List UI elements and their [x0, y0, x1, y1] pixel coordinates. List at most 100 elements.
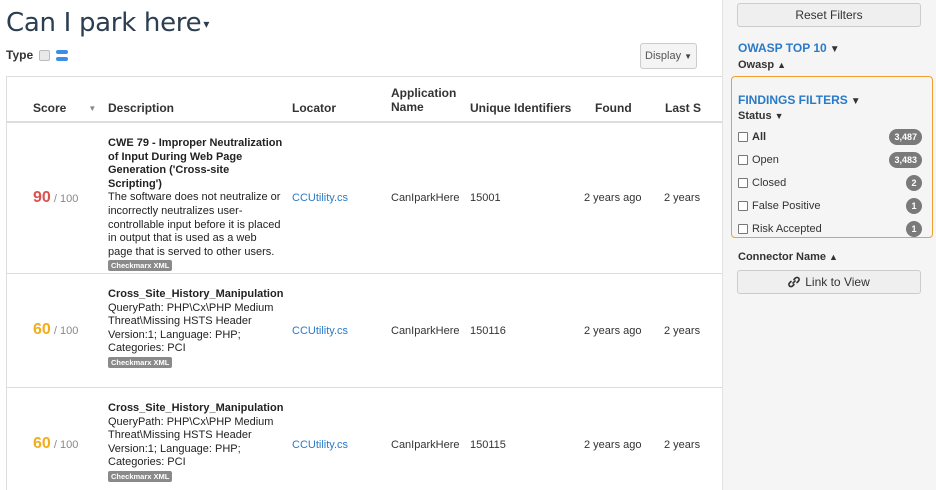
sort-caret-down-icon[interactable]: ▼: [88, 104, 96, 113]
finding-body: The software does not neutralize or inco…: [108, 191, 281, 258]
status-filter-label: Closed: [752, 177, 787, 189]
score-value: 60: [33, 321, 51, 338]
finding-body: QueryPath: PHP\Cx\PHP Medium Threat\Miss…: [108, 415, 274, 469]
count-badge: 3,483: [889, 152, 922, 168]
table-row[interactable]: 60 / 100 Cross_Site_History_Manipulation…: [7, 388, 722, 490]
application-name: CanIparkHere: [391, 325, 460, 337]
last-seen-date: 2 years: [664, 192, 701, 204]
main-panel: Can I park here ▾ Type Display ▼ Score ▼ D…: [0, 0, 722, 490]
status-filter-risk-accepted[interactable]: Risk Accepted 1: [738, 221, 922, 237]
display-button-label: Display: [645, 50, 682, 62]
checkbox[interactable]: [738, 178, 748, 188]
found-date: 2 years ago: [584, 439, 642, 451]
source-tag: Checkmarx XML: [108, 470, 173, 482]
page-title[interactable]: Can I park here ▾: [6, 8, 209, 38]
findings-filters-title: FINDINGS FILTERS: [738, 93, 848, 107]
finding-title: CWE 79 - Improper Neutralization of Inpu…: [108, 137, 283, 190]
score-cell: 60 / 100: [33, 435, 78, 453]
checkbox[interactable]: [738, 155, 748, 165]
description-cell: Cross_Site_History_Manipulation QueryPat…: [108, 288, 284, 370]
connector-name-label: Connector Name: [738, 251, 827, 263]
title-chevron-down-icon[interactable]: ▾: [203, 17, 209, 31]
status-filter-label: Risk Accepted: [752, 223, 822, 235]
owasp-sub-label: Owasp: [738, 59, 775, 71]
status-filter-closed[interactable]: Closed 2: [738, 175, 922, 191]
unique-identifier: 150115: [470, 439, 506, 451]
score-value: 90: [33, 189, 51, 206]
score-suffix: / 100: [53, 193, 79, 205]
finding-title: Cross_Site_History_Manipulation: [108, 288, 284, 300]
status-filter-label: False Positive: [752, 200, 821, 212]
application-name: CanIparkHere: [391, 192, 460, 204]
caret-down-icon: ▼: [829, 44, 840, 55]
header-description[interactable]: Description: [108, 101, 174, 115]
description-cell: Cross_Site_History_Manipulation QueryPat…: [108, 402, 284, 484]
score-value: 60: [33, 435, 51, 452]
type-label: Type: [6, 48, 34, 62]
reset-filters-button[interactable]: Reset Filters: [737, 3, 921, 27]
unique-identifier: 15001: [470, 192, 501, 204]
owasp-title: OWASP TOP 10: [738, 41, 827, 55]
found-date: 2 years ago: [584, 325, 642, 337]
count-badge: 3,487: [889, 129, 922, 145]
table-row[interactable]: 60 / 100 Cross_Site_History_Manipulation…: [7, 274, 722, 388]
owasp-section-toggle[interactable]: OWASP TOP 10 ▼: [738, 41, 840, 55]
findings-filters-toggle[interactable]: FINDINGS FILTERS ▼: [738, 93, 861, 107]
header-found[interactable]: Found: [595, 101, 632, 115]
source-tag: Checkmarx XML: [108, 260, 173, 272]
caret-down-icon: ▼: [774, 111, 784, 121]
table-row[interactable]: 90 / 100 CWE 79 - Improper Neutralizatio…: [7, 123, 722, 274]
locator-link[interactable]: CCUtility.cs: [292, 325, 348, 337]
score-suffix: / 100: [53, 325, 79, 337]
header-unique-identifiers[interactable]: Unique Identifiers: [470, 101, 571, 115]
status-filter-label: All: [752, 131, 767, 143]
page-title-text: Can I park here: [6, 8, 202, 38]
last-seen-date: 2 years: [664, 439, 701, 451]
count-badge: 1: [906, 221, 922, 237]
type-toggle: Type: [6, 48, 69, 62]
count-badge: 1: [906, 198, 922, 214]
description-cell: CWE 79 - Improper Neutralization of Inpu…: [108, 137, 284, 273]
source-tag: Checkmarx XML: [108, 356, 173, 368]
checkbox[interactable]: [738, 201, 748, 211]
application-name: CanIparkHere: [391, 439, 460, 451]
locator-link[interactable]: CCUtility.cs: [292, 439, 348, 451]
checkbox[interactable]: [738, 224, 748, 234]
header-score[interactable]: Score ▼: [33, 101, 96, 116]
connector-name-toggle[interactable]: Connector Name ▲: [738, 251, 838, 263]
filters-sidebar: Reset Filters OWASP TOP 10 ▼ Owasp ▲ FINDI…: [722, 0, 936, 490]
score-cell: 60 / 100: [33, 321, 78, 339]
findings-table: Score ▼ Description Locator Application N…: [6, 76, 722, 490]
caret-up-icon: ▲: [777, 60, 786, 70]
score-cell: 90 / 100: [33, 189, 78, 207]
display-button[interactable]: Display ▼: [640, 43, 697, 69]
type-stack-icon[interactable]: [56, 49, 69, 61]
header-app-line2: Name: [391, 100, 424, 114]
status-filter-false-positive[interactable]: False Positive 1: [738, 198, 922, 214]
status-label: Status: [738, 110, 772, 122]
header-score-label: Score: [33, 101, 67, 115]
last-seen-date: 2 years: [664, 325, 701, 337]
status-filter-open[interactable]: Open 3,483: [738, 152, 922, 168]
table-header: Score ▼ Description Locator Application N…: [7, 77, 722, 123]
header-last-seen[interactable]: Last S: [665, 101, 701, 115]
type-checkbox-icon[interactable]: [39, 49, 51, 61]
locator-link[interactable]: CCUtility.cs: [292, 192, 348, 204]
status-filter-all[interactable]: All 3,487: [738, 129, 922, 145]
status-filter-label: Open: [752, 154, 779, 166]
header-application-name[interactable]: Application Name: [391, 86, 456, 114]
checkbox[interactable]: [738, 132, 748, 142]
finding-body: QueryPath: PHP\Cx\PHP Medium Threat\Miss…: [108, 301, 274, 355]
unique-identifier: 150116: [470, 325, 506, 337]
header-locator[interactable]: Locator: [292, 101, 336, 115]
caret-down-icon: ▼: [850, 96, 861, 107]
owasp-sub-toggle[interactable]: Owasp ▲: [738, 59, 786, 71]
link-to-view-label: Link to View: [805, 275, 870, 289]
caret-down-icon: ▼: [684, 51, 692, 61]
finding-title: Cross_Site_History_Manipulation: [108, 402, 284, 414]
link-to-view-button[interactable]: Link to View: [737, 270, 921, 294]
found-date: 2 years ago: [584, 192, 642, 204]
link-icon: [788, 276, 801, 288]
status-toggle[interactable]: Status ▼: [738, 110, 784, 122]
score-suffix: / 100: [53, 439, 79, 451]
